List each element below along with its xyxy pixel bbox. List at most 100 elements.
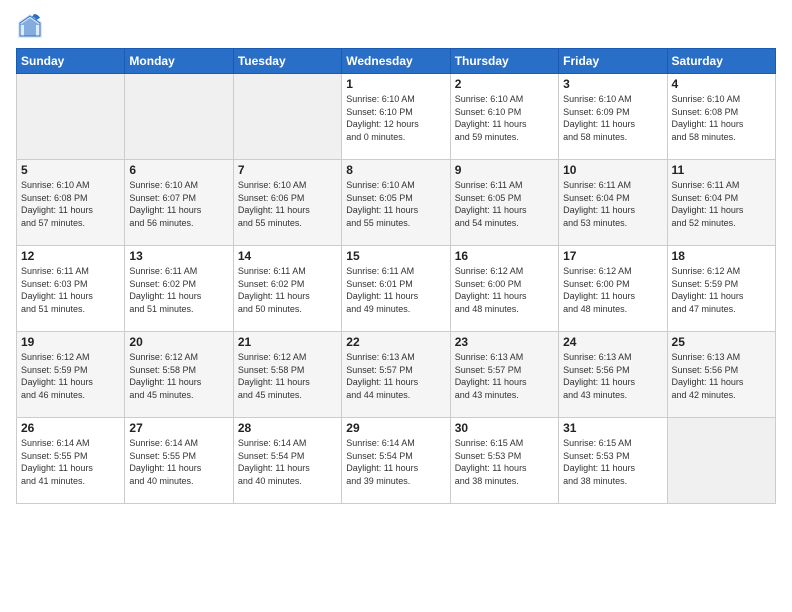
calendar-cell: 28Sunrise: 6:14 AMSunset: 5:54 PMDayligh… (233, 418, 341, 504)
calendar-cell: 8Sunrise: 6:10 AMSunset: 6:05 PMDaylight… (342, 160, 450, 246)
day-number: 4 (672, 77, 771, 91)
day-info-line: Sunset: 5:54 PM (238, 451, 305, 461)
day-info-line: and 40 minutes. (238, 476, 302, 486)
day-info-line: Daylight: 11 hours (455, 291, 527, 301)
day-info-line: Sunrise: 6:14 AM (129, 438, 198, 448)
day-info: Sunrise: 6:13 AMSunset: 5:57 PMDaylight:… (455, 351, 554, 401)
day-info-line: Sunrise: 6:13 AM (455, 352, 524, 362)
day-info-line: and 57 minutes. (21, 218, 85, 228)
day-number: 15 (346, 249, 445, 263)
day-number: 25 (672, 335, 771, 349)
calendar-cell (17, 74, 125, 160)
day-number: 21 (238, 335, 337, 349)
calendar-cell: 22Sunrise: 6:13 AMSunset: 5:57 PMDayligh… (342, 332, 450, 418)
day-info-line: Daylight: 11 hours (21, 291, 93, 301)
day-number: 28 (238, 421, 337, 435)
logo-icon (16, 12, 44, 40)
weekday-header: Sunday (17, 49, 125, 74)
day-number: 16 (455, 249, 554, 263)
weekday-header: Monday (125, 49, 233, 74)
day-info-line: Sunset: 6:09 PM (563, 107, 630, 117)
day-info: Sunrise: 6:12 AM Sunset: 6:00 PM Daylight:… (455, 265, 554, 315)
day-number: 9 (455, 163, 554, 177)
day-info-line: Sunset: 5:57 PM (455, 365, 522, 375)
day-info-line: Daylight: 11 hours (21, 205, 93, 215)
day-info-line: Sunrise: 6:12 AM (455, 266, 524, 276)
day-info-line: Daylight: 11 hours (238, 377, 310, 387)
day-info-line: Daylight: 11 hours (563, 291, 635, 301)
day-info-line: Daylight: 11 hours (346, 377, 418, 387)
day-info: Sunrise: 6:10 AMSunset: 6:07 PMDaylight:… (129, 179, 228, 229)
day-info: Sunrise: 6:11 AMSunset: 6:02 PMDaylight:… (238, 265, 337, 315)
day-info: Sunrise: 6:14 AMSunset: 5:54 PMDaylight:… (346, 437, 445, 487)
day-info-line: Sunset: 5:53 PM (563, 451, 630, 461)
calendar-cell: 30Sunrise: 6:15 AMSunset: 5:53 PMDayligh… (450, 418, 558, 504)
day-info: Sunrise: 6:10 AMSunset: 6:06 PMDaylight:… (238, 179, 337, 229)
day-number: 10 (563, 163, 662, 177)
day-info-line: Daylight: 11 hours (563, 377, 635, 387)
day-info: Sunrise: 6:10 AMSunset: 6:10 PMDaylight:… (455, 93, 554, 143)
calendar-cell: 9Sunrise: 6:11 AMSunset: 6:05 PMDaylight… (450, 160, 558, 246)
calendar-cell: 20Sunrise: 6:12 AMSunset: 5:58 PMDayligh… (125, 332, 233, 418)
day-info-line: Sunset: 5:57 PM (346, 365, 413, 375)
day-info-line: and 58 minutes. (672, 132, 736, 142)
day-info-line: Daylight: 11 hours (563, 463, 635, 473)
day-info: Sunrise: 6:12 AMSunset: 5:59 PMDaylight:… (21, 351, 120, 401)
day-info-line: Sunset: 5:54 PM (346, 451, 413, 461)
day-info-line: Sunset: 5:55 PM (21, 451, 88, 461)
day-info-line: and 55 minutes. (346, 218, 410, 228)
day-info-line: and 45 minutes. (238, 390, 302, 400)
day-info-line: Sunrise: 6:12 AM (129, 352, 198, 362)
day-info: Sunrise: 6:11 AMSunset: 6:04 PMDaylight:… (672, 179, 771, 229)
day-info-line: Daylight: 11 hours (238, 463, 310, 473)
day-info-line: Daylight: 11 hours (346, 291, 418, 301)
calendar-week-row: 1Sunrise: 6:10 AMSunset: 6:10 PMDaylight… (17, 74, 776, 160)
day-info-line: Daylight: 11 hours (455, 463, 527, 473)
day-number: 14 (238, 249, 337, 263)
day-info-line: and 49 minutes. (346, 304, 410, 314)
day-number: 2 (455, 77, 554, 91)
day-info-line: Sunrise: 6:10 AM (563, 94, 632, 104)
calendar-cell: 5Sunrise: 6:10 AMSunset: 6:08 PMDaylight… (17, 160, 125, 246)
day-info-line: Sunset: 5:58 PM (238, 365, 305, 375)
day-info-line: and 51 minutes. (129, 304, 193, 314)
day-info-line: and 42 minutes. (672, 390, 736, 400)
calendar-cell: 14 Sunrise: 6:11 AMSunset: 6:02 PMDayligh… (233, 246, 341, 332)
day-info-line: Sunset: 6:00 PM (563, 279, 630, 289)
day-info-line: Sunset: 6:00 PM (455, 279, 522, 289)
calendar-cell: 21Sunrise: 6:12 AMSunset: 5:58 PMDayligh… (233, 332, 341, 418)
calendar-cell: 23Sunrise: 6:13 AMSunset: 5:57 PMDayligh… (450, 332, 558, 418)
day-number: 3 (563, 77, 662, 91)
day-info-line: Sunrise: 6:12 AM (672, 266, 741, 276)
day-number: 12 (21, 249, 120, 263)
day-number: 7 (238, 163, 337, 177)
day-info-line: Sunset: 6:08 PM (672, 107, 739, 117)
day-info-line: Sunrise: 6:14 AM (346, 438, 415, 448)
day-info: Sunrise: 6:14 AMSunset: 5:55 PMDaylight:… (129, 437, 228, 487)
calendar-cell: 13Sunrise: 6:11 AMSunset: 6:02 PMDayligh… (125, 246, 233, 332)
calendar-cell (125, 74, 233, 160)
day-info-line: and 43 minutes. (563, 390, 627, 400)
weekday-header: Wednesday (342, 49, 450, 74)
day-info: Sunrise: 6:11 AMSunset: 6:03 PMDaylight:… (21, 265, 120, 315)
day-info-line: Sunrise: 6:10 AM (21, 180, 90, 190)
day-info-line: Daylight: 11 hours (21, 463, 93, 473)
day-number: 26 (21, 421, 120, 435)
weekday-header: Thursday (450, 49, 558, 74)
calendar-cell: 25Sunrise: 6:13 AMSunset: 5:56 PMDayligh… (667, 332, 775, 418)
day-number: 19 (21, 335, 120, 349)
calendar-cell: 17Sunrise: 6:12 AMSunset: 6:00 PMDayligh… (559, 246, 667, 332)
weekday-header: Saturday (667, 49, 775, 74)
day-info: Sunrise: 6:10 AMSunset: 6:08 PMDaylight:… (21, 179, 120, 229)
day-info-line: Sunset: 5:59 PM (21, 365, 88, 375)
day-info-line: Daylight: 11 hours (672, 119, 744, 129)
day-info-line: and 41 minutes. (21, 476, 85, 486)
calendar-week-row: 26Sunrise: 6:14 AMSunset: 5:55 PMDayligh… (17, 418, 776, 504)
day-info-line: Sunrise: 6:14 AM (21, 438, 90, 448)
day-info-line: Daylight: 11 hours (672, 377, 744, 387)
weekday-header-row: SundayMondayTuesdayWednesdayThursdayFrid… (17, 49, 776, 74)
day-info-line: and 45 minutes. (129, 390, 193, 400)
day-info-line: Daylight: 11 hours (563, 205, 635, 215)
day-info-line: Daylight: 11 hours (563, 119, 635, 129)
calendar-cell: 10Sunrise: 6:11 AMSunset: 6:04 PMDayligh… (559, 160, 667, 246)
